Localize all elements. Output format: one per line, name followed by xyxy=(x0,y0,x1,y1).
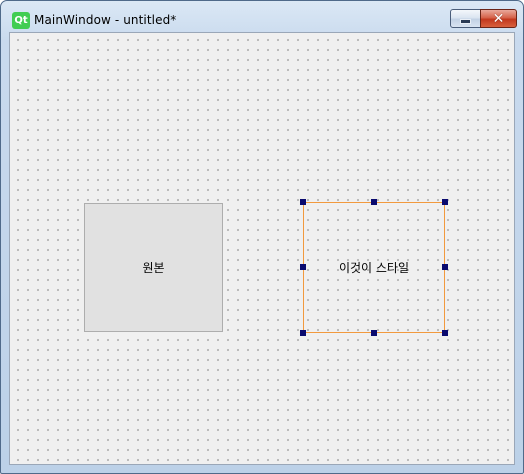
window-title: MainWindow - untitled* xyxy=(34,13,177,27)
resize-handle-bottom-left[interactable] xyxy=(300,330,306,336)
styled-widget-selected[interactable]: 이것이 스타일 xyxy=(303,202,445,333)
resize-handle-bottom[interactable] xyxy=(371,330,377,336)
resize-handle-top[interactable] xyxy=(371,199,377,205)
styled-widget-label: 이것이 스타일 xyxy=(338,261,410,275)
form-canvas[interactable]: 원본 이것이 스타일 xyxy=(9,32,515,465)
resize-handle-bottom-right[interactable] xyxy=(442,330,448,336)
title-bar[interactable]: Qt MainWindow - untitled* ✕ xyxy=(1,1,523,32)
resize-handle-top-right[interactable] xyxy=(442,199,448,205)
original-widget-label: 원본 xyxy=(142,261,165,275)
close-button[interactable]: ✕ xyxy=(480,9,517,28)
resize-handle-left[interactable] xyxy=(300,264,306,270)
qt-logo-icon: Qt xyxy=(12,12,30,29)
close-icon: ✕ xyxy=(492,10,505,27)
resize-handle-right[interactable] xyxy=(442,264,448,270)
minimize-icon xyxy=(460,19,471,24)
resize-handle-top-left[interactable] xyxy=(300,199,306,205)
minimize-button[interactable] xyxy=(450,9,481,28)
original-widget[interactable]: 원본 xyxy=(84,203,223,332)
main-window: Qt MainWindow - untitled* ✕ 원본 이것이 스타일 xyxy=(0,0,524,474)
